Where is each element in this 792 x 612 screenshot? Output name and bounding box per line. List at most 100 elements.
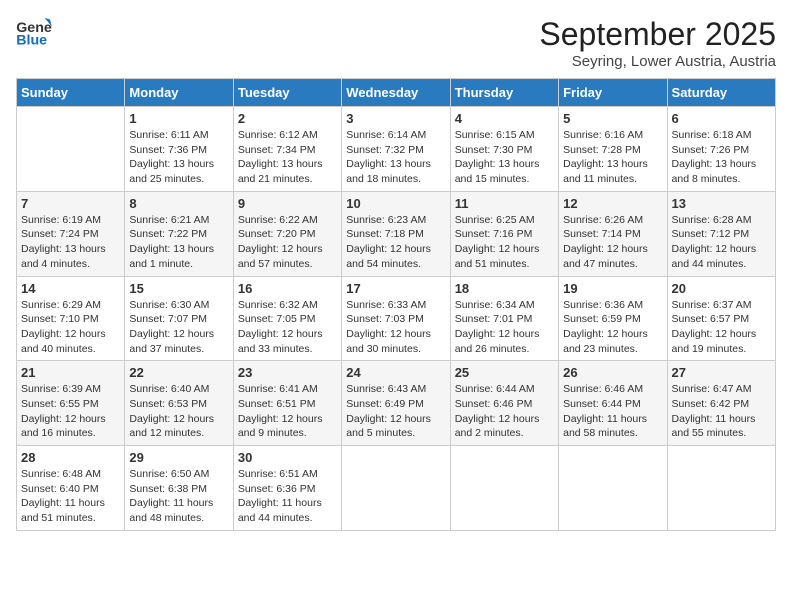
cell-details: Sunrise: 6:41 AMSunset: 6:51 PMDaylight:…: [238, 382, 337, 441]
calendar-cell: 19 Sunrise: 6:36 AMSunset: 6:59 PMDayligh…: [559, 276, 667, 361]
calendar-cell: 1 Sunrise: 6:11 AMSunset: 7:36 PMDaylight…: [125, 107, 233, 192]
logo-icon: General Blue: [16, 16, 52, 48]
calendar-table: SundayMondayTuesdayWednesdayThursdayFrid…: [16, 78, 776, 531]
calendar-week-row: 21Sunrise: 6:39 AMSunset: 6:55 PMDayligh…: [17, 361, 776, 446]
day-number: 10: [346, 196, 445, 211]
svg-text:Blue: Blue: [16, 32, 47, 48]
cell-details: Sunrise: 6:11 AMSunset: 7:36 PMDaylight:…: [129, 128, 228, 187]
calendar-cell: 11 Sunrise: 6:25 AMSunset: 7:16 PMDayligh…: [450, 191, 558, 276]
cell-details: Sunrise: 6:51 AMSunset: 6:36 PMDaylight:…: [238, 467, 337, 526]
day-number: 24: [346, 365, 445, 380]
page-header: General Blue September 2025 Seyring, Low…: [16, 16, 776, 70]
calendar-cell: 17 Sunrise: 6:33 AMSunset: 7:03 PMDayligh…: [342, 276, 450, 361]
day-number: 25: [455, 365, 554, 380]
calendar-week-row: 7Sunrise: 6:19 AMSunset: 7:24 PMDaylight…: [17, 191, 776, 276]
calendar-cell: 3Sunrise: 6:14 AMSunset: 7:32 PMDaylight…: [342, 107, 450, 192]
logo: General Blue: [16, 16, 52, 48]
header-day: Sunday: [17, 79, 125, 107]
cell-details: Sunrise: 6:12 AMSunset: 7:34 PMDaylight:…: [238, 128, 337, 187]
cell-details: Sunrise: 6:28 AMSunset: 7:12 PMDaylight:…: [672, 213, 771, 272]
day-number: 1: [129, 111, 228, 126]
cell-details: Sunrise: 6:50 AMSunset: 6:38 PMDaylight:…: [129, 467, 228, 526]
cell-details: Sunrise: 6:30 AMSunset: 7:07 PMDaylight:…: [129, 298, 228, 357]
calendar-cell: 15Sunrise: 6:30 AMSunset: 7:07 PMDayligh…: [125, 276, 233, 361]
calendar-cell: 18 Sunrise: 6:34 AMSunset: 7:01 PMDayligh…: [450, 276, 558, 361]
header-day: Monday: [125, 79, 233, 107]
cell-details: Sunrise: 6:25 AMSunset: 7:16 PMDaylight:…: [455, 213, 554, 272]
cell-details: Sunrise: 6:33 AMSunset: 7:03 PMDaylight:…: [346, 298, 445, 357]
cell-details: Sunrise: 6:44 AMSunset: 6:46 PMDaylight:…: [455, 382, 554, 441]
page-subtitle: Seyring, Lower Austria, Austria: [539, 53, 776, 70]
cell-details: Sunrise: 6:22 AMSunset: 7:20 PMDaylight:…: [238, 213, 337, 272]
day-number: 9: [238, 196, 337, 211]
header-day: Saturday: [667, 79, 775, 107]
calendar-cell: 20Sunrise: 6:37 AMSunset: 6:57 PMDayligh…: [667, 276, 775, 361]
calendar-cell: 2 Sunrise: 6:12 AMSunset: 7:34 PMDaylight…: [233, 107, 341, 192]
cell-details: Sunrise: 6:21 AMSunset: 7:22 PMDaylight:…: [129, 213, 228, 272]
calendar-cell: 30Sunrise: 6:51 AMSunset: 6:36 PMDayligh…: [233, 446, 341, 531]
day-number: 23: [238, 365, 337, 380]
calendar-cell: 25 Sunrise: 6:44 AMSunset: 6:46 PMDayligh…: [450, 361, 558, 446]
calendar-cell: 8 Sunrise: 6:21 AMSunset: 7:22 PMDaylight…: [125, 191, 233, 276]
header-day: Thursday: [450, 79, 558, 107]
header-day: Friday: [559, 79, 667, 107]
day-number: 14: [21, 281, 120, 296]
cell-details: Sunrise: 6:40 AMSunset: 6:53 PMDaylight:…: [129, 382, 228, 441]
day-number: 16: [238, 281, 337, 296]
calendar-cell: 7Sunrise: 6:19 AMSunset: 7:24 PMDaylight…: [17, 191, 125, 276]
calendar-cell: [450, 446, 558, 531]
calendar-week-row: 1 Sunrise: 6:11 AMSunset: 7:36 PMDaylight…: [17, 107, 776, 192]
header-day: Tuesday: [233, 79, 341, 107]
cell-details: Sunrise: 6:37 AMSunset: 6:57 PMDaylight:…: [672, 298, 771, 357]
calendar-cell: 28 Sunrise: 6:48 AMSunset: 6:40 PMDayligh…: [17, 446, 125, 531]
calendar-cell: 13 Sunrise: 6:28 AMSunset: 7:12 PMDayligh…: [667, 191, 775, 276]
title-block: September 2025 Seyring, Lower Austria, A…: [539, 16, 776, 70]
day-number: 19: [563, 281, 662, 296]
day-number: 2: [238, 111, 337, 126]
cell-details: Sunrise: 6:48 AMSunset: 6:40 PMDaylight:…: [21, 467, 120, 526]
cell-details: Sunrise: 6:18 AMSunset: 7:26 PMDaylight:…: [672, 128, 771, 187]
cell-details: Sunrise: 6:46 AMSunset: 6:44 PMDaylight:…: [563, 382, 662, 441]
day-number: 5: [563, 111, 662, 126]
day-number: 27: [672, 365, 771, 380]
calendar-cell: 21Sunrise: 6:39 AMSunset: 6:55 PMDayligh…: [17, 361, 125, 446]
cell-details: Sunrise: 6:36 AMSunset: 6:59 PMDaylight:…: [563, 298, 662, 357]
day-number: 13: [672, 196, 771, 211]
day-number: 3: [346, 111, 445, 126]
day-number: 4: [455, 111, 554, 126]
calendar-cell: [17, 107, 125, 192]
day-number: 11: [455, 196, 554, 211]
day-number: 29: [129, 450, 228, 465]
calendar-cell: 4 Sunrise: 6:15 AMSunset: 7:30 PMDaylight…: [450, 107, 558, 192]
calendar-cell: 29 Sunrise: 6:50 AMSunset: 6:38 PMDayligh…: [125, 446, 233, 531]
calendar-cell: 9 Sunrise: 6:22 AMSunset: 7:20 PMDaylight…: [233, 191, 341, 276]
calendar-cell: [559, 446, 667, 531]
cell-details: Sunrise: 6:15 AMSunset: 7:30 PMDaylight:…: [455, 128, 554, 187]
calendar-cell: 24Sunrise: 6:43 AMSunset: 6:49 PMDayligh…: [342, 361, 450, 446]
day-number: 26: [563, 365, 662, 380]
day-number: 8: [129, 196, 228, 211]
day-number: 12: [563, 196, 662, 211]
day-number: 18: [455, 281, 554, 296]
calendar-cell: 14 Sunrise: 6:29 AMSunset: 7:10 PMDayligh…: [17, 276, 125, 361]
calendar-cell: 6Sunrise: 6:18 AMSunset: 7:26 PMDaylight…: [667, 107, 775, 192]
calendar-cell: 10 Sunrise: 6:23 AMSunset: 7:18 PMDayligh…: [342, 191, 450, 276]
day-number: 7: [21, 196, 120, 211]
cell-details: Sunrise: 6:23 AMSunset: 7:18 PMDaylight:…: [346, 213, 445, 272]
calendar-cell: 22Sunrise: 6:40 AMSunset: 6:53 PMDayligh…: [125, 361, 233, 446]
calendar-week-row: 14 Sunrise: 6:29 AMSunset: 7:10 PMDayligh…: [17, 276, 776, 361]
cell-details: Sunrise: 6:29 AMSunset: 7:10 PMDaylight:…: [21, 298, 120, 357]
header-day: Wednesday: [342, 79, 450, 107]
cell-details: Sunrise: 6:16 AMSunset: 7:28 PMDaylight:…: [563, 128, 662, 187]
day-number: 21: [21, 365, 120, 380]
calendar-cell: 23 Sunrise: 6:41 AMSunset: 6:51 PMDayligh…: [233, 361, 341, 446]
calendar-cell: 12Sunrise: 6:26 AMSunset: 7:14 PMDayligh…: [559, 191, 667, 276]
cell-details: Sunrise: 6:34 AMSunset: 7:01 PMDaylight:…: [455, 298, 554, 357]
page-title: September 2025: [539, 16, 776, 53]
day-number: 17: [346, 281, 445, 296]
calendar-cell: [342, 446, 450, 531]
calendar-cell: [667, 446, 775, 531]
cell-details: Sunrise: 6:32 AMSunset: 7:05 PMDaylight:…: [238, 298, 337, 357]
calendar-week-row: 28 Sunrise: 6:48 AMSunset: 6:40 PMDayligh…: [17, 446, 776, 531]
day-number: 28: [21, 450, 120, 465]
